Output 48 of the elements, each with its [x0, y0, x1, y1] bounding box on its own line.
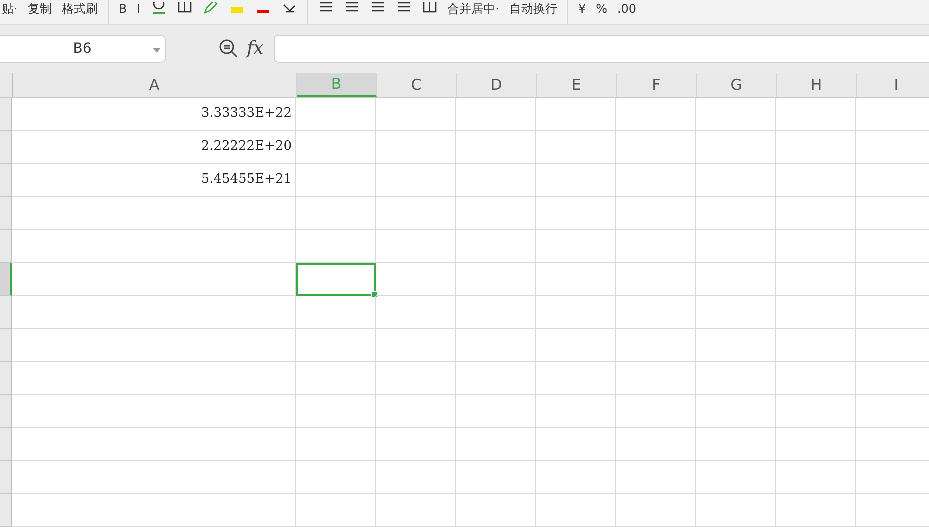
- column-header[interactable]: I: [857, 73, 929, 97]
- toolbar-button[interactable]: 复制: [28, 2, 52, 16]
- align-icon[interactable]: [370, 2, 386, 14]
- column-header[interactable]: C: [377, 73, 457, 97]
- name-box[interactable]: B6: [0, 34, 166, 63]
- row-header[interactable]: [0, 296, 12, 329]
- row-header[interactable]: [0, 362, 12, 395]
- row-header[interactable]: [0, 394, 12, 428]
- eraser-icon[interactable]: [280, 2, 297, 14]
- toolbar-button[interactable]: 贴·: [2, 2, 18, 16]
- row-header[interactable]: [0, 164, 12, 197]
- table-cell: 3.33333E+22: [12, 98, 296, 131]
- toolbar-button[interactable]: I: [137, 2, 141, 16]
- toolbar-button[interactable]: %: [596, 2, 608, 16]
- fill-handle[interactable]: [371, 290, 378, 298]
- row-header[interactable]: [0, 230, 12, 263]
- toolbar-button[interactable]: 合并居中·: [448, 2, 500, 16]
- row-header[interactable]: [0, 262, 12, 296]
- function-button[interactable]: fx: [247, 38, 264, 60]
- column-header[interactable]: G: [697, 73, 777, 97]
- toolbar-button[interactable]: 自动换行: [509, 2, 558, 16]
- align-icon[interactable]: [318, 2, 334, 14]
- pen-icon[interactable]: [202, 2, 219, 14]
- table-cell: 2.22222E+20: [12, 130, 296, 164]
- toolbar-button[interactable]: 格式刷: [62, 2, 98, 16]
- row-header[interactable]: [0, 98, 12, 131]
- row-header[interactable]: [0, 328, 12, 362]
- formula-field[interactable]: [274, 34, 929, 63]
- column-header[interactable]: H: [777, 73, 857, 97]
- border-icon[interactable]: [176, 2, 193, 14]
- toolbar-button[interactable]: B: [118, 2, 128, 16]
- zoom-icon[interactable]: [219, 38, 239, 59]
- row-header[interactable]: [0, 460, 12, 494]
- underline-icon[interactable]: [150, 2, 167, 14]
- row-header[interactable]: [0, 428, 12, 461]
- toolbar-button[interactable]: ¥: [578, 2, 586, 16]
- column-header[interactable]: D: [457, 73, 537, 97]
- column-header[interactable]: F: [617, 73, 697, 97]
- row-header[interactable]: [0, 196, 12, 230]
- align-icon[interactable]: [396, 2, 412, 14]
- toolbar-button[interactable]: .00: [617, 2, 637, 16]
- column-header[interactable]: E: [537, 73, 617, 97]
- align-icon[interactable]: [344, 2, 360, 14]
- row-header[interactable]: [0, 130, 12, 164]
- caret-icon[interactable]: [153, 48, 161, 53]
- table-cell: 5.45455E+21: [12, 164, 296, 197]
- border-icon[interactable]: [422, 2, 438, 14]
- row-header[interactable]: [0, 494, 12, 527]
